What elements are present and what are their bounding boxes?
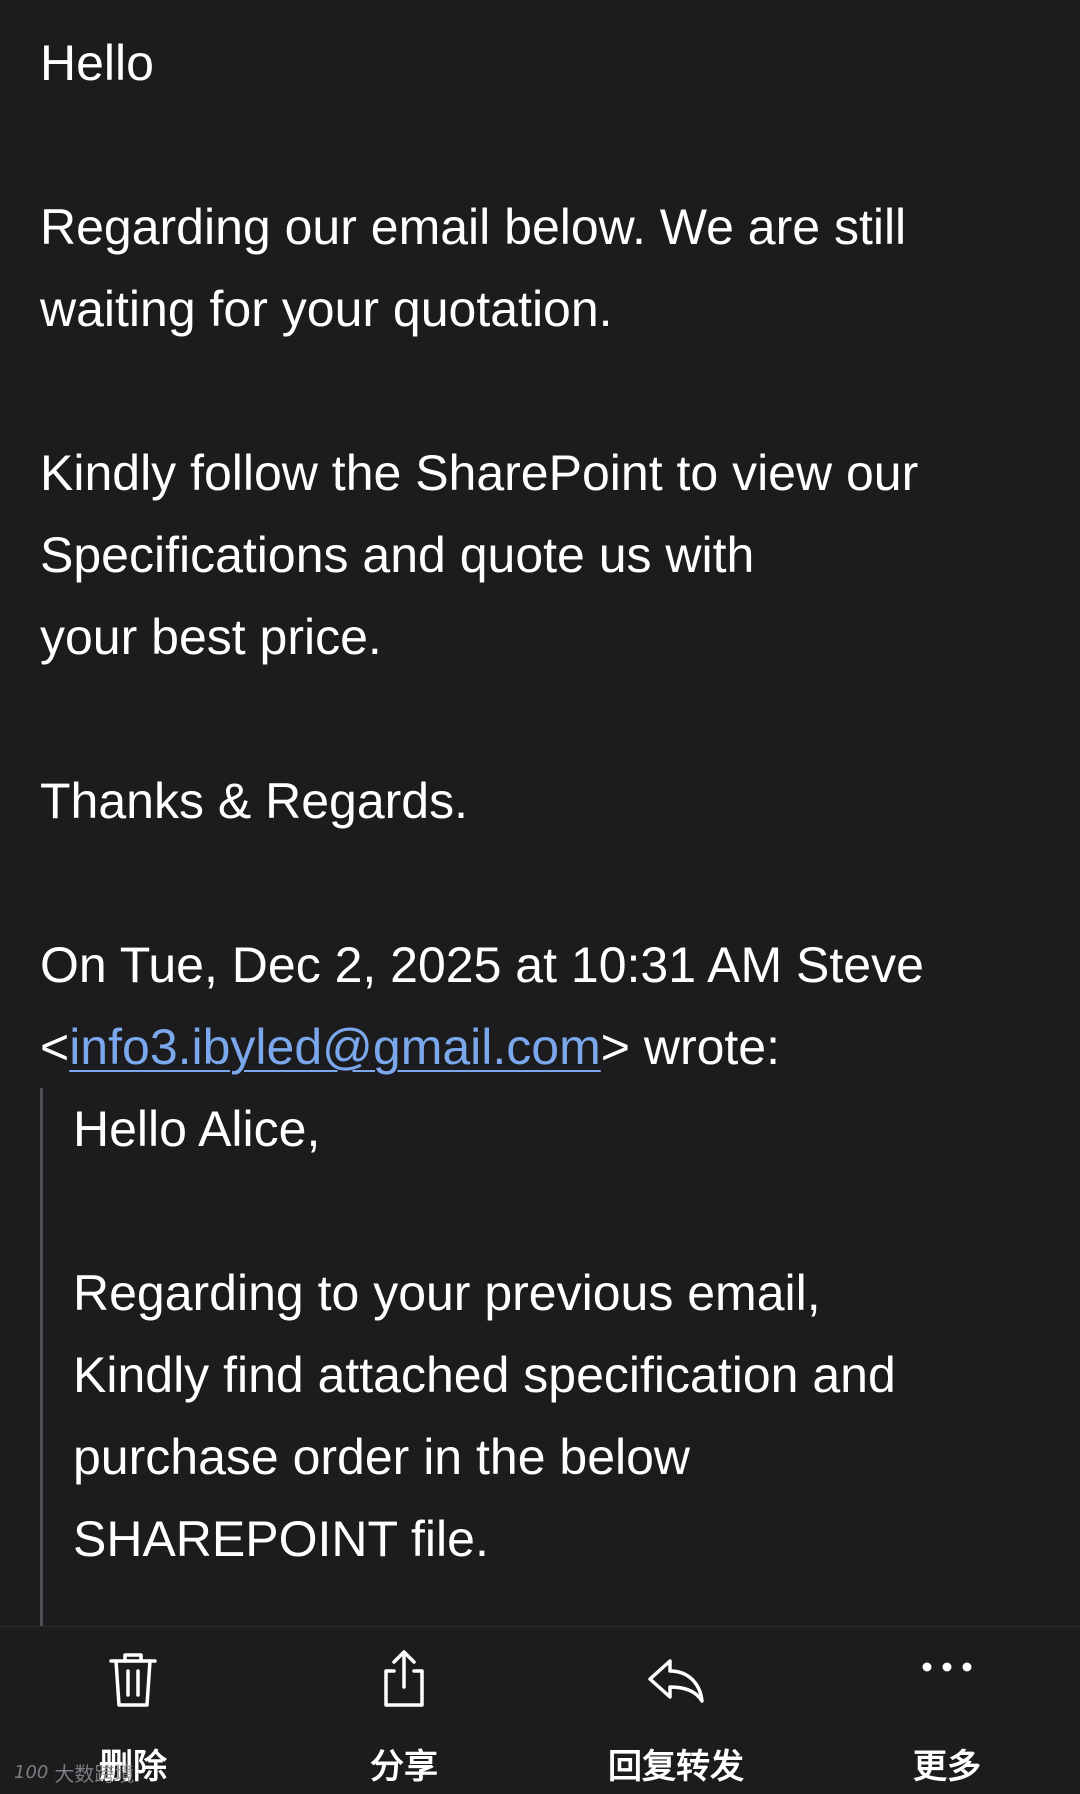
email-body: Hello Regarding our email below. We are …	[40, 22, 1050, 1628]
trash-icon	[109, 1653, 157, 1707]
closing: Thanks & Regards.	[40, 773, 468, 829]
share-label: 分享	[370, 1747, 438, 1787]
body-paragraph-1: Regarding our email below. We are still …	[40, 199, 907, 337]
ellipsis-icon	[922, 1662, 972, 1672]
quoted-message: Hello Alice, Regarding to your previous …	[40, 1088, 1050, 1628]
reply-forward-button[interactable]: 回复转发	[576, 1647, 776, 1787]
share-icon	[384, 1650, 424, 1707]
attribution-suffix: > wrote:	[600, 1019, 780, 1075]
share-button[interactable]: 分享	[304, 1647, 504, 1787]
watermark-logo: 100	[14, 1762, 49, 1783]
more-label: 更多	[913, 1747, 981, 1787]
quoted-greeting: Hello Alice,	[73, 1101, 321, 1157]
sender-email-link[interactable]: info3.ibyled@gmail.com	[69, 1019, 601, 1075]
reply-icon	[648, 1659, 704, 1703]
body-paragraph-2: Kindly follow the SharePoint to view our…	[40, 445, 919, 665]
more-button[interactable]: 更多	[847, 1647, 1047, 1787]
bottom-toolbar: 删除 分享 回复转发 更多	[0, 1626, 1080, 1794]
quoted-paragraph-1: Regarding to your previous email, Kindly…	[73, 1265, 896, 1567]
watermark-text: 大数跨境	[54, 1762, 135, 1786]
greeting: Hello	[40, 35, 154, 91]
quote-attribution: On Tue, Dec 2, 2025 at 10:31 AM Steve <i…	[40, 924, 1050, 1088]
watermark: 100 大数跨境	[14, 1758, 134, 1787]
reply-forward-label: 回复转发	[608, 1747, 744, 1787]
